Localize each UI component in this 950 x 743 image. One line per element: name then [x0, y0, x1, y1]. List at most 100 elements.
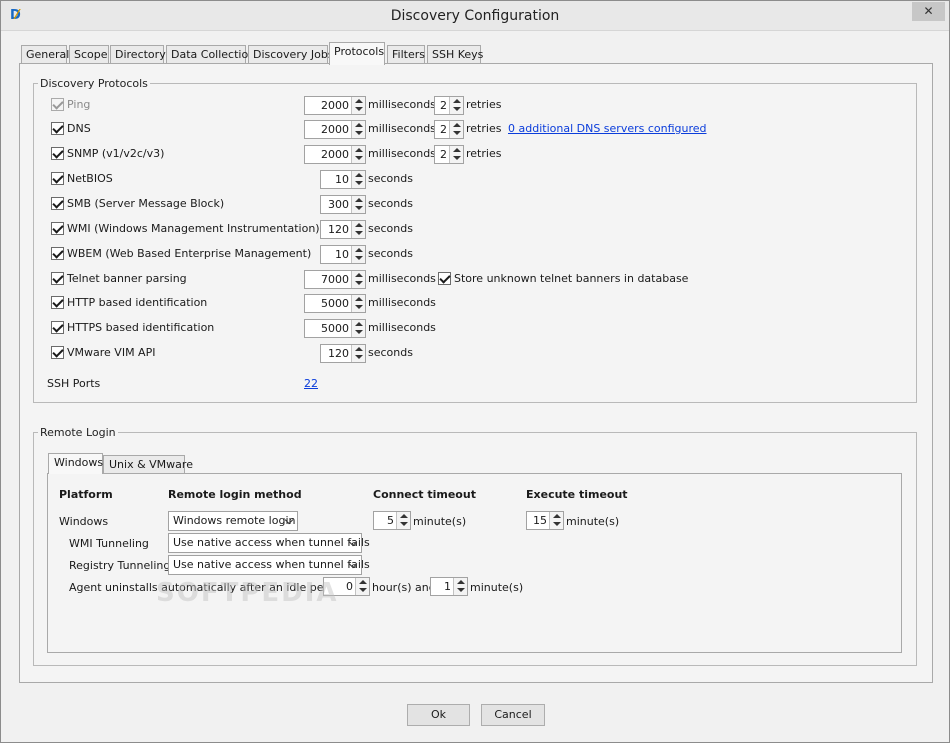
- spin-up-icon[interactable]: [400, 514, 408, 518]
- tab-general[interactable]: General: [21, 45, 69, 64]
- protocol-checkbox[interactable]: [51, 98, 64, 111]
- spin-down-icon[interactable]: [359, 588, 367, 592]
- execute-timeout-header: Execute timeout: [526, 488, 628, 501]
- tab-filters[interactable]: Filters: [387, 45, 425, 64]
- spin-up-icon[interactable]: [355, 223, 363, 227]
- spin-up-icon[interactable]: [355, 173, 363, 177]
- spin-down-icon[interactable]: [453, 131, 461, 135]
- execute-timeout-spinner[interactable]: 15: [526, 511, 564, 530]
- discovery-protocols-legend: Discovery Protocols: [40, 77, 148, 90]
- timeout-spinner[interactable]: 5000: [304, 319, 366, 338]
- ssh-ports-link[interactable]: 22: [304, 377, 318, 390]
- remote-login-legend: Remote Login: [40, 426, 116, 439]
- spin-up-icon[interactable]: [453, 99, 461, 103]
- tab-discovery-jobs[interactable]: Discovery Jobs: [248, 45, 334, 64]
- spin-down-icon[interactable]: [457, 588, 465, 592]
- timeout-spinner[interactable]: 2000: [304, 145, 366, 164]
- protocol-checkbox[interactable]: [51, 197, 64, 210]
- wmi-tunneling-select[interactable]: Use native access when tunnel fails: [168, 533, 370, 553]
- windows-method-value: Windows remote login: [173, 514, 296, 527]
- spin-up-icon[interactable]: [355, 273, 363, 277]
- execute-timeout-value: 15: [533, 514, 547, 527]
- protocol-checkbox[interactable]: [51, 272, 64, 285]
- spin-up-icon[interactable]: [355, 297, 363, 301]
- timeout-value: 120: [328, 347, 349, 360]
- connect-timeout-spinner[interactable]: 5: [373, 511, 411, 530]
- close-button[interactable]: ✕: [912, 2, 945, 21]
- protocol-checkbox[interactable]: [51, 296, 64, 309]
- protocol-checkbox[interactable]: [51, 346, 64, 359]
- spin-down-icon[interactable]: [355, 181, 363, 185]
- spin-up-icon[interactable]: [355, 148, 363, 152]
- protocol-checkbox[interactable]: [51, 321, 64, 334]
- spin-down-icon[interactable]: [355, 156, 363, 160]
- spin-down-icon[interactable]: [355, 281, 363, 285]
- spin-up-icon[interactable]: [453, 148, 461, 152]
- retries-value: 2: [440, 123, 447, 136]
- store-telnet-banners-checkbox[interactable]: [438, 272, 451, 285]
- protocol-checkbox[interactable]: [51, 147, 64, 160]
- timeout-spinner[interactable]: 2000: [304, 120, 366, 139]
- spin-up-icon[interactable]: [453, 123, 461, 127]
- retries-spinner[interactable]: 2: [434, 120, 464, 139]
- cancel-button[interactable]: Cancel: [481, 704, 545, 726]
- spin-down-icon[interactable]: [453, 107, 461, 111]
- tab-ssh-keys[interactable]: SSH Keys: [427, 45, 483, 64]
- timeout-spinner[interactable]: 300: [320, 195, 366, 214]
- wmi-tunneling-value: Use native access when tunnel fails: [173, 536, 370, 549]
- spin-down-icon[interactable]: [355, 231, 363, 235]
- spin-up-icon[interactable]: [355, 248, 363, 252]
- protocol-checkbox[interactable]: [51, 172, 64, 185]
- tab-protocols[interactable]: Protocols: [329, 42, 385, 65]
- timeout-unit: milliseconds: [368, 147, 436, 160]
- timeout-spinner[interactable]: 10: [320, 245, 366, 264]
- agent-minutes-spinner[interactable]: 1: [430, 577, 468, 596]
- subtab-unix-vmware[interactable]: Unix & VMware: [103, 455, 193, 474]
- windows-method-select[interactable]: Windows remote login: [168, 511, 298, 531]
- dns-servers-link[interactable]: 0 additional DNS servers configured: [508, 122, 707, 135]
- spin-down-icon[interactable]: [355, 305, 363, 309]
- protocol-label: NetBIOS: [67, 172, 113, 185]
- spin-down-icon[interactable]: [355, 330, 363, 334]
- timeout-value: 2000: [321, 123, 349, 136]
- protocol-checkbox[interactable]: [51, 247, 64, 260]
- tab-scope[interactable]: Scope: [69, 45, 109, 64]
- spin-up-icon[interactable]: [553, 514, 561, 518]
- spin-up-icon[interactable]: [355, 123, 363, 127]
- timeout-spinner[interactable]: 2000: [304, 96, 366, 115]
- tab-directory[interactable]: Directory: [110, 45, 166, 64]
- timeout-spinner[interactable]: 5000: [304, 294, 366, 313]
- spin-down-icon[interactable]: [355, 107, 363, 111]
- registry-tunneling-select[interactable]: Use native access when tunnel fails: [168, 555, 370, 575]
- timeout-value: 10: [335, 173, 349, 186]
- spin-down-icon[interactable]: [400, 522, 408, 526]
- protocol-label: SMB (Server Message Block): [67, 197, 225, 210]
- timeout-spinner[interactable]: 120: [320, 344, 366, 363]
- method-header: Remote login method: [168, 488, 302, 501]
- ok-button[interactable]: Ok: [407, 704, 470, 726]
- timeout-spinner[interactable]: 7000: [304, 270, 366, 289]
- timeout-unit: milliseconds: [368, 98, 436, 111]
- spin-up-icon[interactable]: [355, 322, 363, 326]
- protocol-checkbox[interactable]: [51, 122, 64, 135]
- spin-up-icon[interactable]: [355, 99, 363, 103]
- timeout-spinner[interactable]: 10: [320, 170, 366, 189]
- timeout-spinner[interactable]: 120: [320, 220, 366, 239]
- spin-down-icon[interactable]: [553, 522, 561, 526]
- spin-up-icon[interactable]: [359, 580, 367, 584]
- retries-spinner[interactable]: 2: [434, 145, 464, 164]
- spin-down-icon[interactable]: [355, 256, 363, 260]
- spin-down-icon[interactable]: [355, 131, 363, 135]
- timeout-value: 10: [335, 248, 349, 261]
- spin-down-icon[interactable]: [355, 206, 363, 210]
- spin-up-icon[interactable]: [355, 347, 363, 351]
- spin-down-icon[interactable]: [355, 355, 363, 359]
- agent-hours-unit: hour(s) and: [372, 581, 436, 594]
- spin-down-icon[interactable]: [453, 156, 461, 160]
- spin-up-icon[interactable]: [457, 580, 465, 584]
- tab-data-collection[interactable]: Data Collection: [166, 45, 255, 64]
- protocol-checkbox[interactable]: [51, 222, 64, 235]
- retries-spinner[interactable]: 2: [434, 96, 464, 115]
- spin-up-icon[interactable]: [355, 198, 363, 202]
- subtab-windows[interactable]: Windows: [48, 453, 103, 474]
